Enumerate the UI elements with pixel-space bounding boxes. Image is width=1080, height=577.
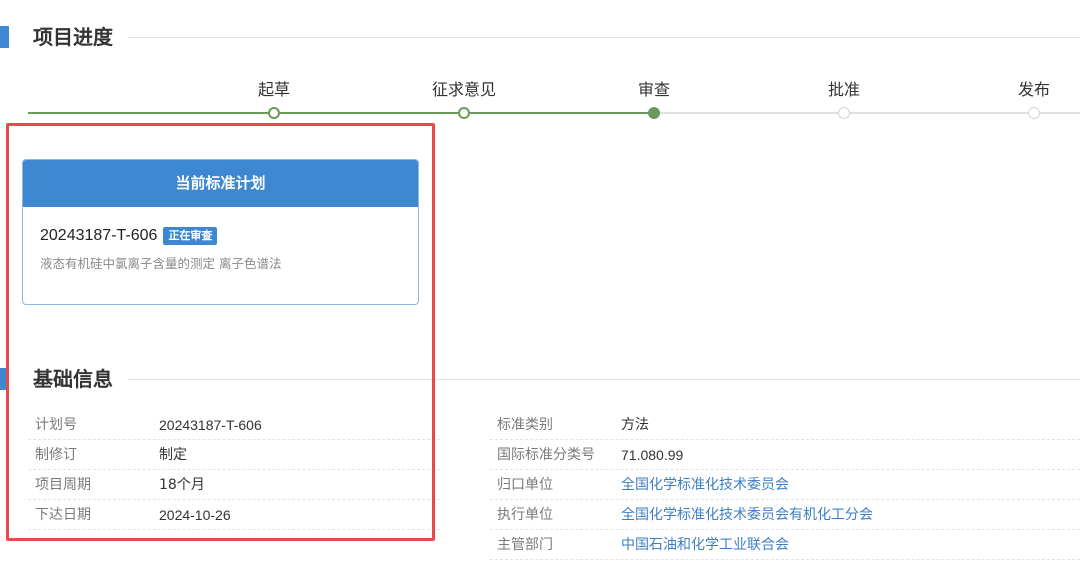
info-row-competent-dept: 主管部门 中国石油和化学工业联合会 (490, 530, 1080, 560)
step-dot-future (1028, 107, 1040, 119)
plan-number: 20243187-T-606 (40, 227, 158, 244)
info-row-technical-committee: 归口单位 全国化学标准化技术委员会 (490, 470, 1080, 500)
info-label: 归口单位 (497, 477, 553, 493)
current-plan-card[interactable]: 当前标准计划 20243187-T-606 正在审查 液态有机硅中氯离子含量的测… (22, 159, 419, 305)
info-label: 制修订 (35, 447, 77, 463)
info-value: 20243187-T-606 (159, 417, 262, 433)
info-row-executing-unit: 执行单位 全国化学标准化技术委员会有机化工分会 (490, 500, 1080, 530)
progress-stepper: 起草 征求意见 审查 批准 发布 (0, 78, 1080, 128)
status-badge: 正在审查 (163, 227, 218, 245)
info-label: 标准类别 (497, 417, 553, 433)
section-divider (128, 379, 1080, 380)
step-label: 征求意见 (431, 80, 496, 99)
card-header: 当前标准计划 (23, 160, 418, 207)
info-label: 项目周期 (35, 477, 91, 493)
info-value: 方法 (621, 417, 649, 433)
info-label: 执行单位 (497, 507, 553, 523)
info-label: 下达日期 (35, 507, 91, 523)
plan-name: 液态有机硅中氯离子含量的测定 离子色谱法 (40, 256, 282, 271)
step-draft: 起草 (214, 78, 334, 119)
info-value: 71.080.99 (621, 447, 684, 463)
info-value: 18个月 (159, 477, 205, 493)
card-body: 20243187-T-606 正在审查 液态有机硅中氯离子含量的测定 离子色谱法 (23, 207, 418, 272)
basic-info-section-title: 基础信息 (33, 367, 113, 391)
step-dot-done (268, 107, 280, 119)
step-dot-current (648, 107, 660, 119)
progress-track-done (28, 112, 654, 114)
step-dot-done (458, 107, 470, 119)
progress-section-title: 项目进度 (33, 25, 113, 49)
step-label: 审查 (637, 80, 670, 99)
info-row-ics-code: 国际标准分类号 71.080.99 (490, 440, 1080, 470)
step-review: 审查 (594, 78, 714, 119)
executing-unit-link[interactable]: 全国化学标准化技术委员会有机化工分会 (621, 500, 873, 530)
section-divider (128, 37, 1080, 38)
technical-committee-link[interactable]: 全国化学标准化技术委员会 (621, 470, 789, 500)
info-label: 国际标准分类号 (497, 447, 595, 463)
section-accent-bar (0, 368, 9, 390)
competent-dept-link[interactable]: 中国石油和化学工业联合会 (621, 530, 789, 560)
step-consultation: 征求意见 (404, 78, 524, 119)
step-label: 起草 (257, 80, 290, 99)
info-row-revision-type: 制修订 制定 (28, 440, 440, 470)
info-label: 主管部门 (497, 537, 553, 553)
step-dot-future (838, 107, 850, 119)
section-accent-bar (0, 26, 9, 48)
step-label: 批准 (827, 80, 860, 99)
info-value: 制定 (159, 447, 187, 463)
progress-section-header: 项目进度 (0, 22, 1080, 52)
info-row-plan-number: 计划号 20243187-T-606 (28, 410, 440, 440)
basic-info-section-header: 基础信息 (0, 364, 1080, 394)
info-row-standard-category: 标准类别 方法 (490, 410, 1080, 440)
info-row-issue-date: 下达日期 2024-10-26 (28, 500, 440, 530)
plan-line: 20243187-T-606 正在审查 (40, 227, 401, 245)
info-row-project-period: 项目周期 18个月 (28, 470, 440, 500)
info-label: 计划号 (35, 417, 77, 433)
step-publish: 发布 (974, 78, 1080, 119)
step-label: 发布 (1017, 80, 1050, 99)
step-approval: 批准 (784, 78, 904, 119)
info-value: 2024-10-26 (159, 507, 231, 523)
